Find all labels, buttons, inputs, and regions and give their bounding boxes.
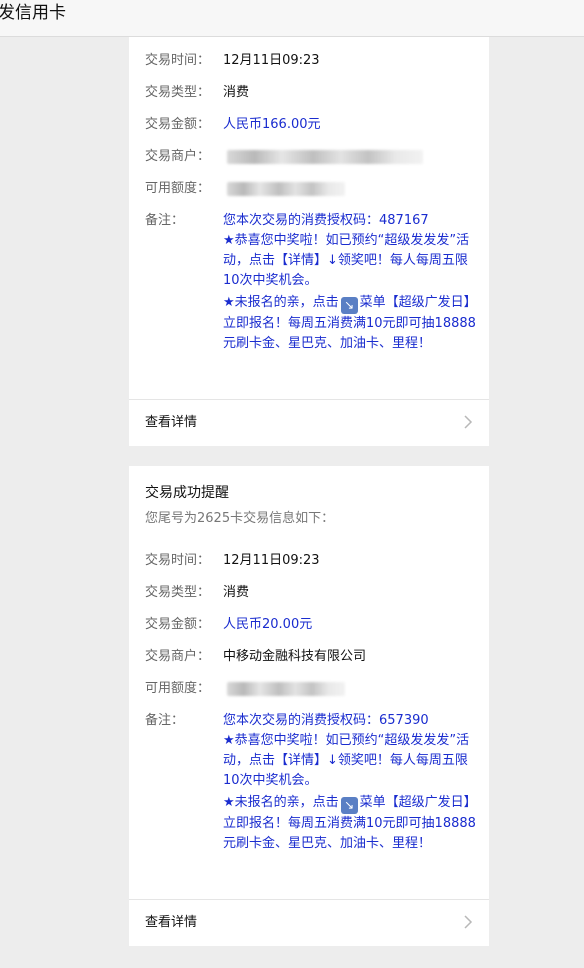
signup-before: ★未报名的亲，点击 <box>223 295 339 310</box>
amount-value: 人民币20.00元 <box>223 617 313 632</box>
type-label: 交易类型： <box>145 585 211 600</box>
merchant-redacted <box>227 150 423 164</box>
limit-label: 可用额度： <box>145 681 211 696</box>
chevron-right-icon <box>464 415 473 429</box>
remark-text: 您本次交易的消费授权码：487167 ★恭喜您中奖啦！如已预约“超级发发发”活动… <box>223 211 478 354</box>
merchant-label: 交易商户： <box>145 149 211 164</box>
type-value: 消费 <box>223 585 250 600</box>
signup-line: ★未报名的亲，点击 ↘ 菜单【超级广发日】立即报名！每周五消费满10元即可抽1888… <box>223 793 478 854</box>
time-value: 12月11日09:23 <box>223 553 320 568</box>
transaction-card: 交易成功提醒 您尾号为2625卡交易信息如下： 交易时间： 12月11日09:2… <box>129 466 489 946</box>
arrow-down-right-icon: ↘ <box>340 797 358 814</box>
view-details-button[interactable]: 查看详情 <box>129 900 489 946</box>
view-details-label: 查看详情 <box>145 415 198 430</box>
signup-before: ★未报名的亲，点击 <box>223 795 339 810</box>
auth-code-line: 您本次交易的消费授权码：657390 <box>223 713 429 728</box>
time-label: 交易时间： <box>145 53 211 68</box>
time-label: 交易时间： <box>145 553 211 568</box>
remark-label: 备注： <box>145 213 185 228</box>
amount-label: 交易金额： <box>145 117 211 132</box>
merchant-value: 中移动金融科技有限公司 <box>223 649 367 664</box>
transaction-card: 交易时间： 12月11日09:23 交易类型： 消费 交易金额： 人民币166.… <box>129 37 489 446</box>
remark-text: 您本次交易的消费授权码：657390 ★恭喜您中奖啦！如已预约“超级发发发”活动… <box>223 711 478 854</box>
limit-redacted <box>227 182 345 196</box>
chevron-right-icon <box>464 915 473 929</box>
card-title: 交易成功提醒 <box>145 485 229 501</box>
top-bar: 发信用卡 <box>0 0 584 37</box>
type-label: 交易类型： <box>145 85 211 100</box>
view-details-label: 查看详情 <box>145 915 198 930</box>
arrow-down-right-icon: ↘ <box>340 297 358 314</box>
card-subtitle: 您尾号为2625卡交易信息如下： <box>145 511 335 526</box>
card-header: 交易成功提醒 您尾号为2625卡交易信息如下： <box>145 484 334 528</box>
time-value: 12月11日09:23 <box>223 53 320 68</box>
remark-label: 备注： <box>145 713 185 728</box>
view-details-button[interactable]: 查看详情 <box>129 400 489 446</box>
limit-redacted <box>227 682 345 696</box>
amount-value: 人民币166.00元 <box>223 117 321 132</box>
type-value: 消费 <box>223 85 250 100</box>
promo-line: ★恭喜您中奖啦！如已预约“超级发发发”活动，点击【详情】↓领奖吧！每人每周五限1… <box>223 233 470 288</box>
limit-label: 可用额度： <box>145 181 211 196</box>
page-title: 发信用卡 <box>0 3 66 23</box>
merchant-label: 交易商户： <box>145 649 211 664</box>
signup-line: ★未报名的亲，点击 ↘ 菜单【超级广发日】立即报名！每周五消费满10元即可抽1888… <box>223 293 478 354</box>
auth-code-line: 您本次交易的消费授权码：487167 <box>223 213 429 228</box>
amount-label: 交易金额： <box>145 617 211 632</box>
promo-line: ★恭喜您中奖啦！如已预约“超级发发发”活动，点击【详情】↓领奖吧！每人每周五限1… <box>223 733 470 788</box>
